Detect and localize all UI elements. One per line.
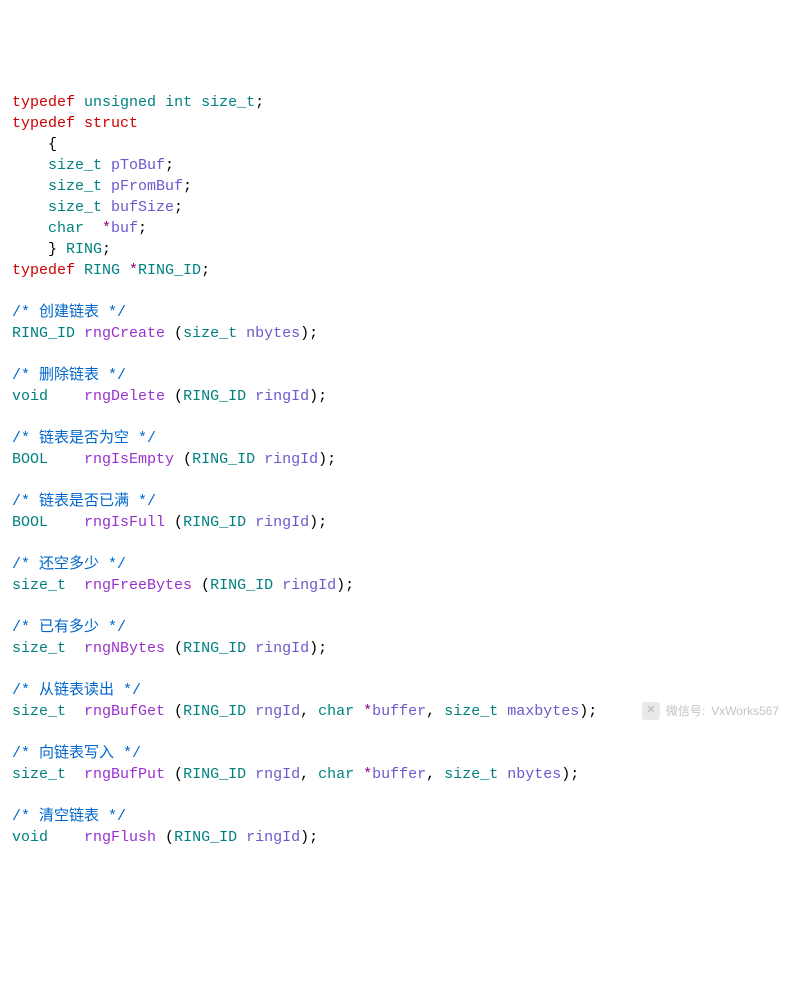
param-maxbytes: maxbytes [498, 703, 579, 720]
brace-close: } [12, 241, 57, 258]
fn-rngdelete: rngDelete [48, 388, 174, 405]
field-ptobuf: pToBuf [102, 157, 165, 174]
return-type: void [12, 388, 48, 405]
type-size-t: size_t [12, 157, 102, 174]
param-type: RING_ID [183, 703, 246, 720]
return-type: size_t [12, 703, 66, 720]
fn-rngfreebytes: rngFreeBytes [66, 577, 201, 594]
comment-create: /* 创建链表 */ [12, 304, 126, 321]
fn-rngisfull: rngIsFull [48, 514, 174, 531]
param-type: size_t [444, 703, 498, 720]
return-type: BOOL [12, 451, 48, 468]
fn-rngcreate: rngCreate [75, 325, 174, 342]
param-type: RING_ID [183, 388, 246, 405]
param-buffer: buffer [372, 703, 426, 720]
type-size-t: size_t [12, 178, 102, 195]
param-type: RING_ID [183, 640, 246, 657]
fn-rngisempty: rngIsEmpty [48, 451, 183, 468]
comment-isempty: /* 链表是否为空 */ [12, 430, 156, 447]
return-type: BOOL [12, 514, 48, 531]
param-type: RING_ID [183, 766, 246, 783]
param-buffer: buffer [372, 766, 426, 783]
keyword-typedef: typedef [12, 94, 75, 111]
param-type: size_t [444, 766, 498, 783]
wechat-icon: ✕ [642, 702, 660, 720]
param-type: RING_ID [174, 829, 237, 846]
field-buf: buf [111, 220, 138, 237]
fn-rngflush: rngFlush [48, 829, 165, 846]
pointer-star: * [363, 766, 372, 783]
field-pfrombuf: pFromBuf [102, 178, 183, 195]
pointer-star: * [129, 262, 138, 279]
comment-freebytes: /* 还空多少 */ [12, 556, 126, 573]
param-type: RING_ID [210, 577, 273, 594]
watermark-label: 微信号: [666, 703, 705, 720]
brace-open: { [12, 136, 57, 153]
fn-rngbufput: rngBufPut [66, 766, 174, 783]
wechat-watermark: ✕ 微信号: VxWorks567 [642, 702, 779, 720]
param-type: char [318, 766, 354, 783]
return-type: size_t [12, 577, 66, 594]
field-bufsize: bufSize [102, 199, 174, 216]
return-type: size_t [12, 766, 66, 783]
type-ring: RING [75, 262, 129, 279]
code-block: typedef unsigned int size_t; typedef str… [12, 92, 783, 848]
type-char: char [12, 220, 102, 237]
param-ringid: ringId [255, 451, 318, 468]
comment-delete: /* 删除链表 */ [12, 367, 126, 384]
return-type: void [12, 829, 48, 846]
param-rngid: rngId [246, 703, 300, 720]
keyword-struct: struct [84, 115, 138, 132]
param-nbytes: nbytes [237, 325, 300, 342]
pointer-star: * [102, 220, 111, 237]
param-rngid: rngId [246, 766, 300, 783]
keyword-typedef: typedef [12, 115, 75, 132]
fn-rngnbytes: rngNBytes [66, 640, 174, 657]
pointer-star: * [363, 703, 372, 720]
param-type: size_t [183, 325, 237, 342]
watermark-value: VxWorks567 [711, 703, 779, 720]
comment-flush: /* 清空链表 */ [12, 808, 126, 825]
comment-bufput: /* 向链表写入 */ [12, 745, 141, 762]
param-ringid: ringId [246, 640, 309, 657]
comment-nbytes: /* 已有多少 */ [12, 619, 126, 636]
param-ringid: ringId [246, 514, 309, 531]
param-ringid: ringId [237, 829, 300, 846]
param-ringid: ringId [246, 388, 309, 405]
param-type: RING_ID [192, 451, 255, 468]
param-type: RING_ID [183, 514, 246, 531]
keyword-unsigned: unsigned [84, 94, 156, 111]
param-ringid: ringId [273, 577, 336, 594]
type-size-t: size_t [201, 94, 255, 111]
comment-isfull: /* 链表是否已满 */ [12, 493, 156, 510]
param-type: char [318, 703, 354, 720]
type-ring-id: RING_ID [138, 262, 201, 279]
comment-bufget: /* 从链表读出 */ [12, 682, 141, 699]
type-size-t: size_t [12, 199, 102, 216]
param-nbytes: nbytes [498, 766, 561, 783]
return-type: RING_ID [12, 325, 75, 342]
return-type: size_t [12, 640, 66, 657]
type-ring: RING [57, 241, 102, 258]
keyword-typedef: typedef [12, 262, 75, 279]
fn-rngbufget: rngBufGet [66, 703, 174, 720]
keyword-int: int [165, 94, 192, 111]
